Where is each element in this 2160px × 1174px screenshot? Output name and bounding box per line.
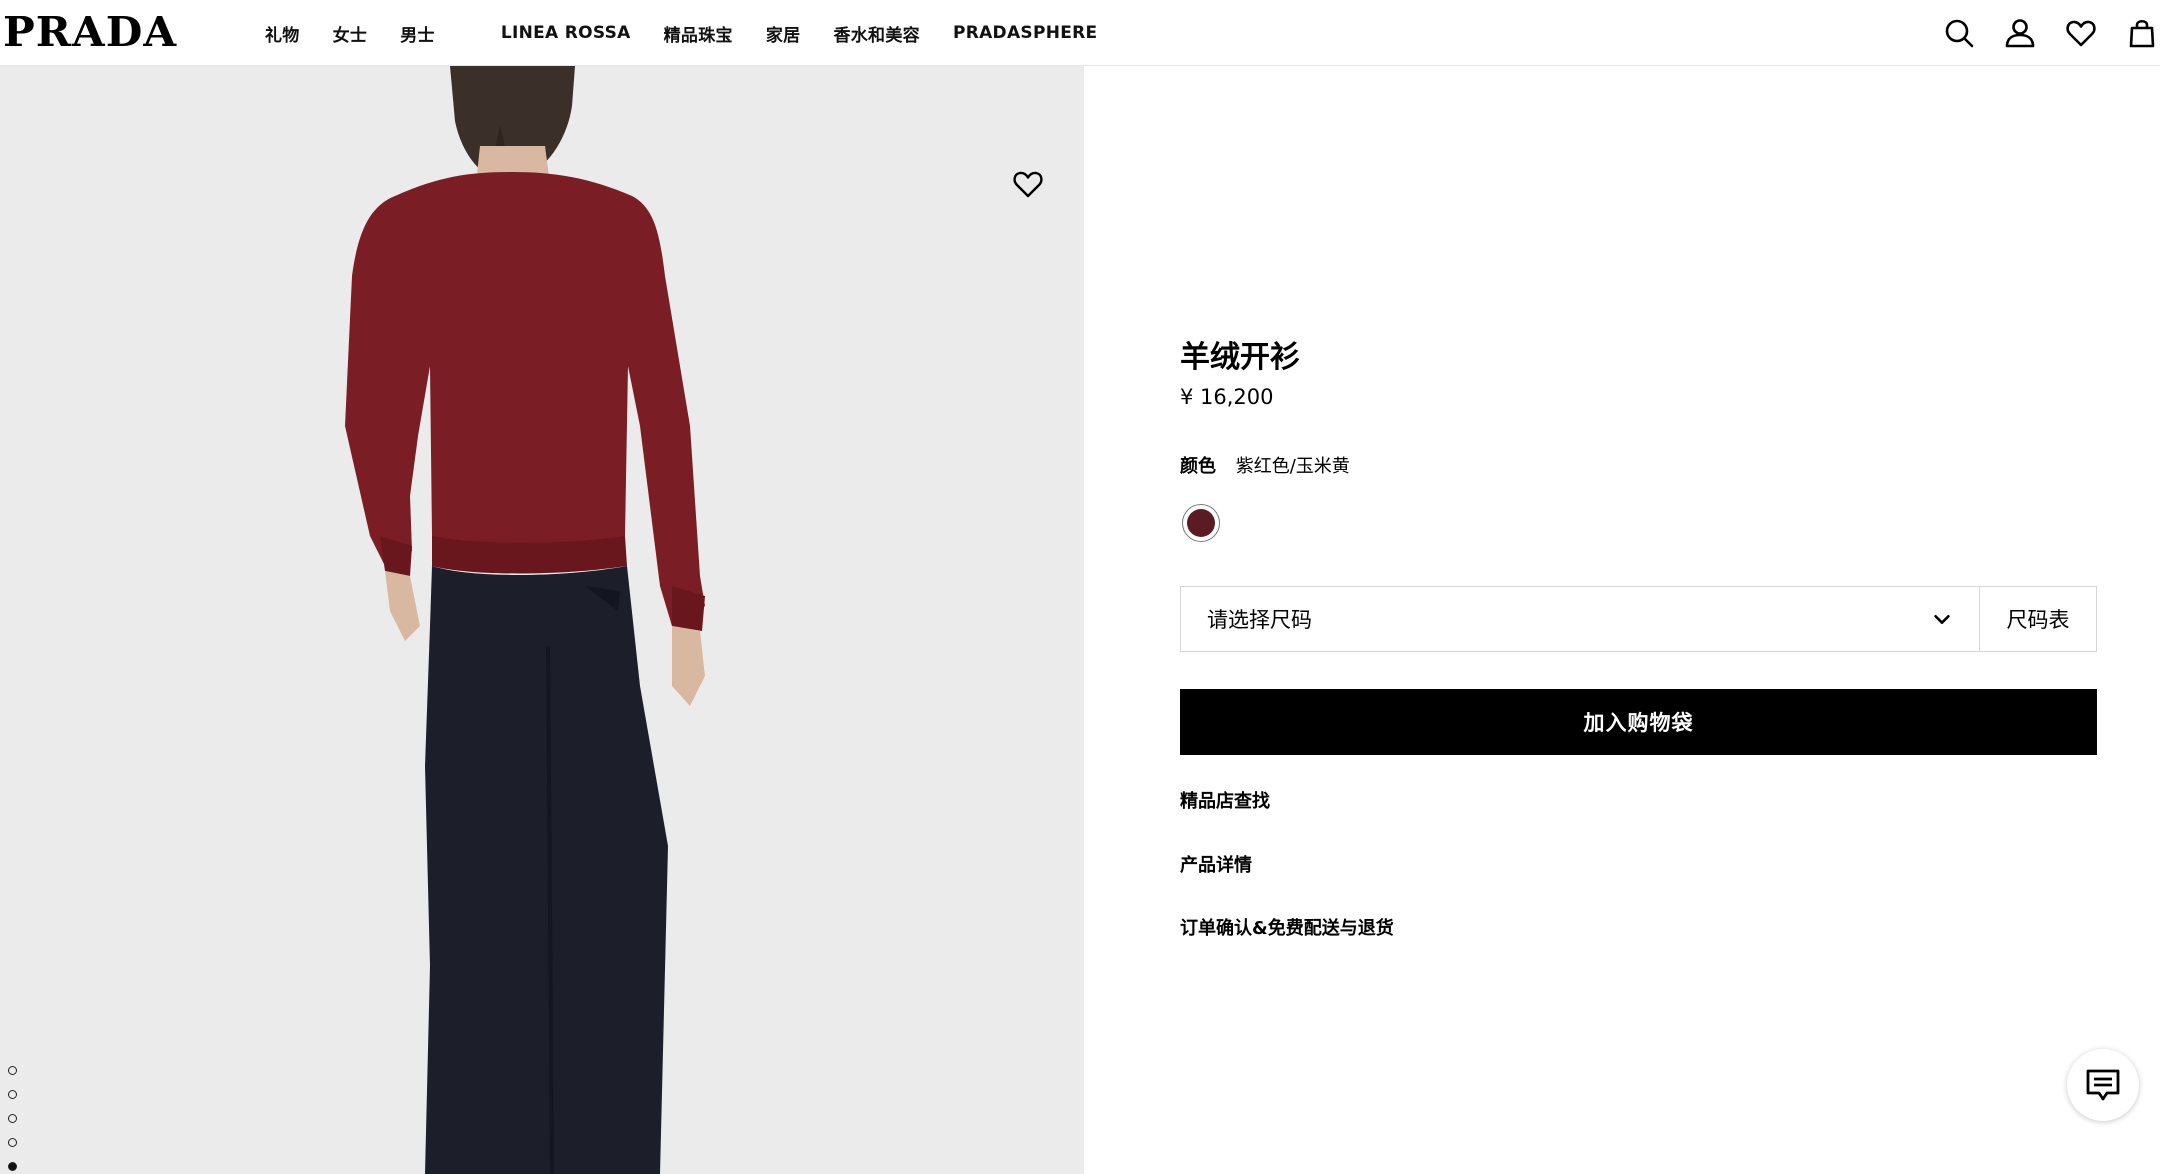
nav-item-pradasphere[interactable]: PRADASPHERE	[953, 23, 1098, 43]
color-swatch-fill	[1187, 509, 1215, 537]
size-dropdown[interactable]: 请选择尺码	[1181, 587, 1980, 651]
nav-item-home[interactable]: 家居	[766, 21, 801, 46]
chat-button[interactable]	[2067, 1049, 2139, 1121]
product-gallery[interactable]	[0, 66, 1084, 1174]
color-info: 颜色 紫红色/玉米黄	[1180, 452, 1350, 478]
account-icon[interactable]	[2002, 15, 2038, 51]
gallery-dot[interactable]	[8, 1066, 17, 1075]
nav-item-linea-rossa[interactable]: LINEA ROSSA	[501, 23, 631, 43]
product-title: 羊绒开衫	[1180, 340, 1300, 375]
nav-item-men[interactable]: 男士	[400, 21, 435, 46]
nav-item-women[interactable]: 女士	[333, 21, 368, 46]
gallery-dot[interactable]	[8, 1138, 17, 1147]
add-to-bag-button[interactable]: 加入购物袋	[1180, 689, 2097, 755]
site-header: PRADA 礼物 女士 男士 LINEA ROSSA 精品珠宝 家居 香水和美容…	[0, 0, 2160, 66]
gallery-dot[interactable]	[8, 1114, 17, 1123]
color-swatch[interactable]	[1182, 504, 1220, 542]
gallery-dot-active[interactable]	[8, 1162, 17, 1171]
heart-icon[interactable]	[1012, 168, 1044, 200]
size-selector-row: 请选择尺码 尺码表	[1180, 586, 2097, 652]
color-value: 紫红色/玉米黄	[1235, 456, 1350, 477]
color-label: 颜色	[1180, 456, 1216, 477]
prada-logo[interactable]: PRADA	[3, 9, 177, 55]
chevron-down-icon	[1934, 614, 1950, 624]
gallery-pagination	[8, 1066, 20, 1174]
store-locator-link[interactable]: 精品店查找	[1180, 787, 1270, 813]
nav-item-jewelry[interactable]: 精品珠宝	[664, 21, 733, 46]
product-details-link[interactable]: 产品详情	[1180, 851, 1252, 877]
shipping-returns-link[interactable]: 订单确认&免费配送与退货	[1180, 914, 1394, 940]
nav-item-gifts[interactable]: 礼物	[265, 21, 300, 46]
wishlist-icon[interactable]	[2063, 15, 2099, 51]
bag-icon[interactable]	[2124, 15, 2160, 51]
chat-icon	[2086, 1069, 2120, 1101]
main-nav: 礼物 女士 男士 LINEA ROSSA 精品珠宝 家居 香水和美容 PRADA…	[265, 0, 1130, 66]
product-photo	[0, 66, 1084, 1174]
product-price: ¥ 16,200	[1180, 385, 1274, 409]
size-placeholder: 请选择尺码	[1207, 608, 1312, 632]
size-guide-button[interactable]: 尺码表	[1980, 587, 2096, 651]
header-actions	[1916, 0, 2160, 66]
nav-item-beauty[interactable]: 香水和美容	[833, 21, 920, 46]
gallery-dot[interactable]	[8, 1090, 17, 1099]
search-icon[interactable]	[1941, 15, 1977, 51]
